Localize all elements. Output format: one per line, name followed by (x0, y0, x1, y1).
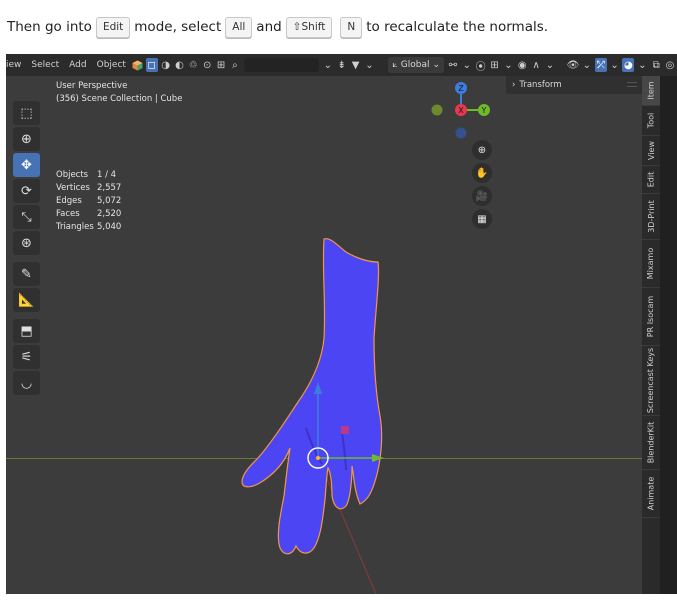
tab-tool[interactable]: Tool (642, 106, 660, 136)
transform-orientation-dropdown[interactable]: ⟀ Global ⌄ (388, 57, 445, 73)
chevron-down-icon[interactable]: ⌄ (502, 58, 514, 72)
scene-statistics: Objects 1 / 4 Vertices 2,557 Edges 5,072 Fa… (56, 168, 121, 233)
gizmo-toggle-icon[interactable]: ⤱ (594, 58, 607, 72)
search-icon[interactable]: ⌕ (229, 58, 241, 72)
view-perspective-label: User Perspective (56, 81, 128, 91)
object-type-icon[interactable] (132, 58, 144, 72)
transform-tool-icon[interactable]: ⊛ (13, 231, 40, 255)
measure-tool-icon[interactable]: 📐 (13, 288, 40, 312)
instruction-mid2: and (256, 19, 282, 35)
select-intersect-icon[interactable]: ⊙ (201, 58, 213, 72)
transform-panel-title: Transform (519, 80, 562, 90)
tab-screencast-keys[interactable]: Screencast Keys (642, 346, 660, 416)
snap-element-icon[interactable]: ⊞ (489, 58, 501, 72)
select-box-mode-icon[interactable]: ◻ (145, 58, 158, 72)
chevron-down-icon: ⌄ (432, 60, 441, 70)
proportional-edit-icon[interactable]: ◉ (516, 58, 528, 72)
pivot-point-icon[interactable]: ⚯ (447, 58, 459, 72)
cursor-tool-icon[interactable]: ⊕ (13, 127, 40, 151)
scale-tool-icon[interactable]: ⤡ (13, 205, 40, 229)
tab-mixamo[interactable]: Mixamo (642, 240, 660, 288)
tab-blenderkit[interactable]: BlenderKit (642, 416, 660, 470)
key-shift: ⇧Shift (285, 16, 333, 38)
chevron-down-icon[interactable]: ⌄ (636, 58, 648, 72)
hand-mesh[interactable] (6, 76, 642, 594)
spin-tool-icon[interactable]: ◡ (13, 371, 40, 395)
instruction-after: to recalculate the normals. (366, 19, 549, 35)
chevron-down-icon[interactable]: ⌄ (581, 58, 593, 72)
snap-base-icon[interactable]: ⊞ (215, 58, 227, 72)
collection-label: (356) Scene Collection | Cube (56, 94, 183, 104)
tab-pr-isocam[interactable]: PR Isocam (642, 288, 660, 346)
tab-animate[interactable]: Animate (642, 470, 660, 518)
zoom-icon[interactable]: ⊕ (472, 140, 492, 160)
chevron-down-icon[interactable]: ⌄ (544, 58, 556, 72)
key-edit: Edit (95, 16, 131, 38)
falloff-icon[interactable]: ∧ (530, 58, 542, 72)
pan-hand-icon[interactable]: ✋ (472, 163, 492, 183)
menu-select[interactable]: Select (26, 60, 64, 70)
annotate-tool-icon[interactable]: ✎ (13, 262, 40, 286)
visibility-icon[interactable]: 👁 (567, 58, 580, 72)
transform-panel-header[interactable]: › Transform (506, 76, 642, 94)
tab-edit[interactable]: Edit (642, 166, 660, 194)
chevron-down-icon[interactable]: ⌄ (364, 58, 376, 72)
viewport-header: iew Select Add Object ◻ ◑ ◐ ♲ ⊙ ⊞ ⌕ ⌄ ⇟ … (6, 54, 677, 76)
add-cube-tool-icon[interactable]: ⬒ (13, 319, 40, 343)
chevron-right-icon: › (512, 80, 516, 90)
key-all: All (225, 16, 253, 38)
stat-edges: Edges 5,072 (56, 195, 122, 206)
knife-tool-icon[interactable]: ⚟ (13, 345, 40, 369)
instruction-text: Then go into Edit mode, select All and ⇧… (7, 14, 548, 40)
select-extend-icon[interactable]: ◑ (160, 58, 172, 72)
blender-window: iew Select Add Object ◻ ◑ ◐ ♲ ⊙ ⊞ ⌕ ⌄ ⇟ … (6, 54, 677, 594)
menu-add[interactable]: Add (64, 60, 91, 70)
menu-view[interactable]: iew (6, 60, 26, 70)
instruction-before: Then go into (7, 19, 92, 35)
properties-edge (660, 76, 677, 594)
select-subtract-icon[interactable]: ◐ (174, 58, 186, 72)
gizmo-options-icon[interactable]: ⇟ (336, 58, 348, 72)
tab-3d-print[interactable]: 3D-Print (642, 194, 660, 240)
tab-view[interactable]: View (642, 136, 660, 166)
transform-orientation-label: Global (400, 60, 430, 70)
overlay-toggle-icon[interactable]: ◕ (622, 58, 635, 72)
tab-item[interactable]: Item (642, 76, 660, 106)
xray-toggle-icon[interactable]: ⧉ (650, 58, 662, 72)
snap-toggle-icon[interactable]: ⦿ (475, 58, 487, 73)
stat-faces: Faces 2,520 (56, 208, 122, 219)
view-options-icon[interactable]: ⌄ (322, 58, 334, 72)
wireframe-shading-icon[interactable]: ◎ (664, 58, 676, 72)
perspective-toggle-icon[interactable]: ▦ (472, 209, 492, 229)
transform-orientation-icon: ⟀ (392, 60, 398, 70)
chevron-down-icon[interactable]: ⌄ (461, 58, 473, 72)
select-box-tool-icon[interactable]: ⬚ (13, 101, 40, 125)
move-tool-icon[interactable]: ✥ (13, 153, 40, 177)
instruction-mid1: mode, select (134, 19, 222, 35)
tool-shelf: ⬚ ⊕ ✥ ⟳ ⤡ ⊛ ✎ 📐 ⬒ ⚟ ◡ (13, 101, 40, 397)
filter-icon[interactable]: ▼ (350, 58, 362, 72)
stat-vertices: Vertices 2,557 (56, 182, 122, 193)
stat-objects: Objects 1 / 4 (56, 169, 117, 180)
chevron-down-icon[interactable]: ⌄ (609, 58, 621, 72)
stat-triangles: Triangles 5,040 (56, 221, 122, 232)
header-search-field[interactable] (243, 58, 319, 72)
select-invert-icon[interactable]: ♲ (187, 58, 199, 72)
sidebar-tabs: Item Tool View Edit 3D-Print Mixamo PR I… (642, 76, 660, 594)
3d-viewport[interactable]: User Perspective (356) Scene Collection … (6, 76, 642, 594)
rotate-tool-icon[interactable]: ⟳ (13, 179, 40, 203)
menu-object[interactable]: Object (92, 60, 131, 70)
camera-view-icon[interactable]: 🎥 (472, 186, 492, 206)
key-n: N (340, 16, 363, 38)
drag-grip-icon[interactable] (627, 82, 637, 87)
